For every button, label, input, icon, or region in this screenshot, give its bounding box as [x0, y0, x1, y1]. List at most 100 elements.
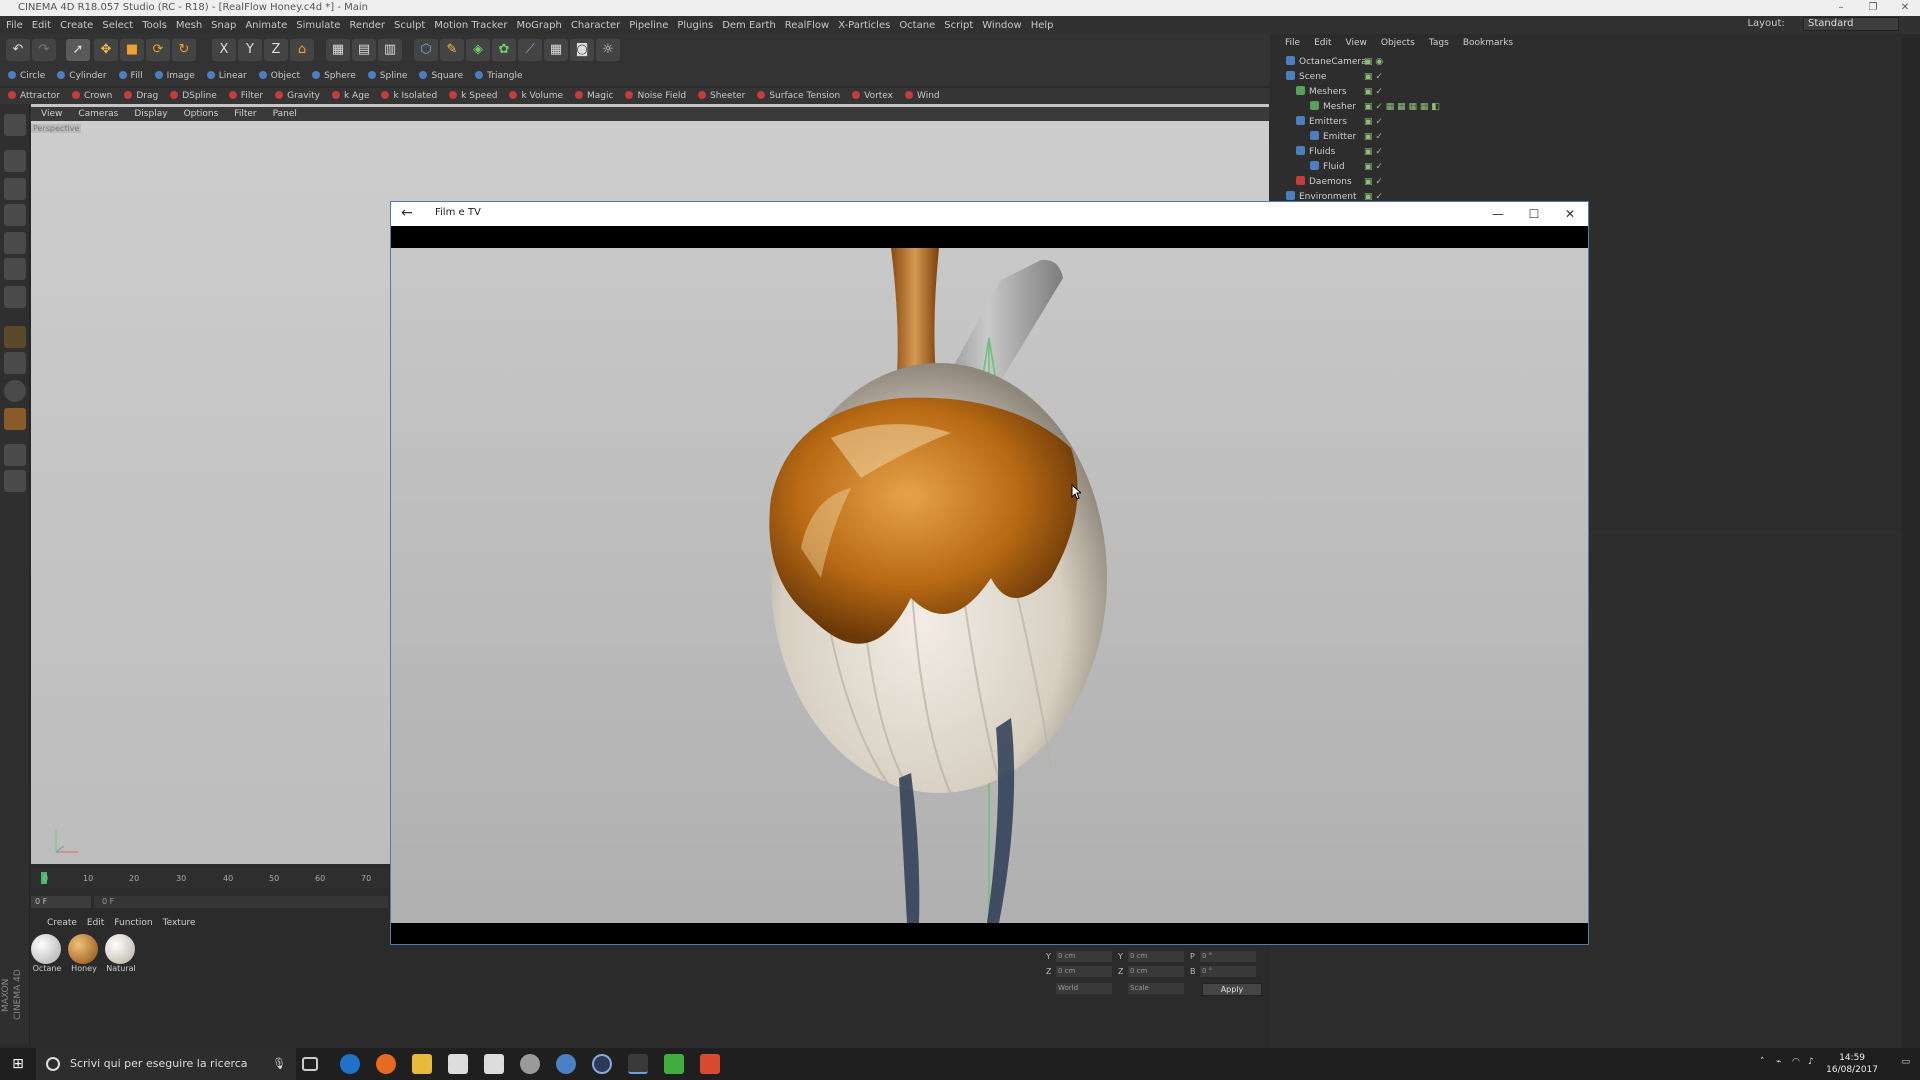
menu-dem-earth[interactable]: Dem Earth [722, 20, 776, 31]
taskbar-clock[interactable]: 14:59 16/08/2017 [1826, 1052, 1878, 1076]
menu-create[interactable]: Create [60, 20, 93, 31]
current-frame-field[interactable]: 0 F [31, 896, 91, 908]
coord-space-dropdown[interactable]: World [1056, 983, 1112, 994]
coord-field[interactable]: 0 cm [1056, 951, 1112, 962]
menu-x-particles[interactable]: X-Particles [838, 20, 890, 31]
daemon-surface-tension[interactable]: Surface Tension [757, 91, 840, 101]
mail-icon[interactable] [484, 1054, 504, 1074]
cube-icon[interactable]: ⬡ [414, 39, 438, 61]
coord-mode-dropdown[interactable]: Scale [1128, 983, 1184, 994]
subdivision-icon[interactable]: ◈ [466, 39, 490, 61]
material-menu-edit[interactable]: Edit [87, 918, 104, 932]
tool-image[interactable]: Image [155, 71, 195, 81]
snap-icon[interactable] [4, 380, 26, 402]
object-row-daemons[interactable]: Daemons▣ ✓ [1282, 175, 1682, 189]
coord-field[interactable]: 0 ° [1200, 951, 1256, 962]
viewport-menu-view[interactable]: View [41, 109, 62, 119]
firefox-icon[interactable] [376, 1054, 396, 1074]
taskbar-search-box[interactable]: Scrivi qui per eseguire la ricerca 🎙 [36, 1048, 296, 1080]
file-explorer-icon[interactable] [412, 1054, 432, 1074]
menu-render[interactable]: Render [349, 20, 385, 31]
render-settings-icon[interactable]: ▥ [378, 39, 402, 61]
axis-mode-icon[interactable] [4, 326, 26, 348]
solo-icon[interactable] [4, 408, 26, 430]
material-menu-create[interactable]: Create [47, 918, 77, 932]
layout-dropdown[interactable]: Standard [1803, 17, 1899, 31]
objects-menu-bookmarks[interactable]: Bookmarks [1463, 38, 1513, 52]
coord-field[interactable]: 0 cm [1128, 966, 1184, 977]
camera-icon[interactable]: ◙ [570, 39, 594, 61]
menu-script[interactable]: Script [944, 20, 973, 31]
coord-field[interactable]: 0 cm [1056, 966, 1112, 977]
x-axis-icon[interactable]: X [212, 39, 236, 61]
object-row-octanecamera[interactable]: OctaneCamera▣ ◉ [1282, 55, 1682, 69]
network-icon[interactable]: ⌁ [1776, 1057, 1781, 1067]
globe-icon[interactable] [556, 1054, 576, 1074]
menu-animate[interactable]: Animate [245, 20, 287, 31]
store-icon[interactable] [448, 1054, 468, 1074]
deformer-icon[interactable]: ⟋ [518, 39, 542, 61]
menu-mograph[interactable]: MoGraph [516, 20, 561, 31]
menu-motion-tracker[interactable]: Motion Tracker [434, 20, 507, 31]
menu-snap[interactable]: Snap [211, 20, 236, 31]
timeline[interactable]: 0 10 20 30 40 50 60 70 [31, 868, 389, 888]
array-icon[interactable]: ✿ [492, 39, 516, 61]
tool-spline[interactable]: Spline [368, 71, 408, 81]
recent-tool-icon[interactable]: ↻ [172, 39, 196, 61]
object-row-mesher[interactable]: Mesher▣ ✓ ▦ ▦ ▦ ▦ ◧ [1282, 100, 1682, 114]
restore-button[interactable]: ❐ [1858, 0, 1888, 16]
menu-sculpt[interactable]: Sculpt [394, 20, 425, 31]
lock-workplane-icon[interactable] [4, 470, 26, 492]
film-close-button[interactable]: ✕ [1560, 205, 1580, 223]
floor-icon[interactable]: ▦ [544, 39, 568, 61]
tool-linear[interactable]: Linear [207, 71, 247, 81]
tool-fill[interactable]: Fill [119, 71, 143, 81]
object-row-fluids[interactable]: Fluids▣ ✓ [1282, 145, 1682, 159]
viewport-menu-filter[interactable]: Filter [234, 109, 256, 119]
menu-select[interactable]: Select [102, 20, 133, 31]
viewport-menu-cameras[interactable]: Cameras [78, 109, 118, 119]
workplane-icon[interactable] [4, 204, 26, 226]
daemon-noise-field[interactable]: Noise Field [625, 91, 686, 101]
minimize-button[interactable]: – [1826, 0, 1856, 16]
menu-file[interactable]: File [6, 20, 23, 31]
film-maximize-button[interactable]: ☐ [1524, 205, 1544, 223]
daemon-drag[interactable]: Drag [124, 91, 158, 101]
apply-button[interactable]: Apply [1202, 983, 1262, 996]
green-app-icon[interactable] [664, 1054, 684, 1074]
edges-mode-icon[interactable] [4, 258, 26, 280]
windows-start-icon[interactable]: ⊞ [0, 1048, 36, 1080]
frame-slider[interactable]: 0 F [94, 896, 388, 908]
menu-simulate[interactable]: Simulate [296, 20, 340, 31]
light-icon[interactable]: ☼ [596, 39, 620, 61]
tool-cylinder[interactable]: Cylinder [57, 71, 106, 81]
daemon-magic[interactable]: Magic [575, 91, 613, 101]
daemon-crown[interactable]: Crown [72, 91, 112, 101]
render-view-icon[interactable]: ▦ [326, 39, 350, 61]
objects-menu-view[interactable]: View [1346, 38, 1367, 52]
render-picture-viewer-icon[interactable]: ▤ [352, 39, 376, 61]
viewport-menu-panel[interactable]: Panel [273, 109, 297, 119]
back-arrow-icon[interactable]: ← [401, 204, 419, 222]
task-view-icon[interactable] [302, 1057, 318, 1071]
material-octane[interactable]: Octane [31, 934, 63, 978]
undo-icon[interactable]: ↶ [6, 39, 30, 61]
menu-edit[interactable]: Edit [32, 20, 51, 31]
material-menu-texture[interactable]: Texture [163, 918, 196, 932]
viewport-menu-display[interactable]: Display [134, 109, 167, 119]
daemon-gravity[interactable]: Gravity [275, 91, 320, 101]
polygons-mode-icon[interactable] [4, 286, 26, 308]
object-row-emitters[interactable]: Emitters▣ ✓ [1282, 115, 1682, 129]
microphone-icon[interactable]: 🎙 [272, 1048, 286, 1080]
grid-icon[interactable] [4, 444, 26, 466]
objects-menu-tags[interactable]: Tags [1429, 38, 1449, 52]
daemon-k-speed[interactable]: k Speed [449, 91, 497, 101]
menu-tools[interactable]: Tools [142, 20, 167, 31]
tray-chevron-icon[interactable]: ˄ [1760, 1057, 1765, 1067]
film-tv-icon[interactable] [628, 1054, 648, 1074]
scale-icon[interactable]: ■ [120, 39, 144, 61]
y-axis-icon[interactable]: Y [238, 39, 262, 61]
menu-help[interactable]: Help [1031, 20, 1054, 31]
daemon-k-age[interactable]: k Age [332, 91, 369, 101]
tool-sphere[interactable]: Sphere [312, 71, 356, 81]
